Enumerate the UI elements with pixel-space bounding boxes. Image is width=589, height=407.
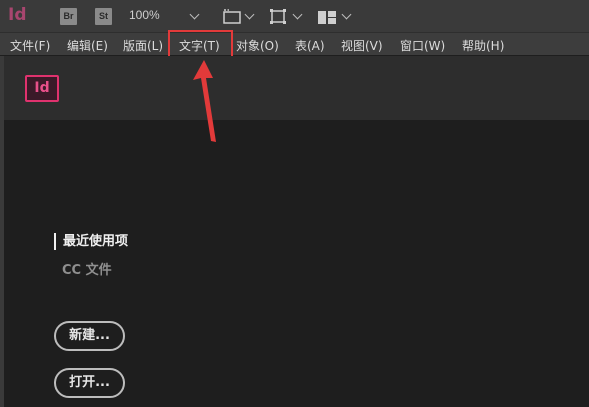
new-document-button[interactable]: 新建... xyxy=(54,321,125,351)
open-document-button[interactable]: 打开... xyxy=(54,368,125,398)
recent-heading[interactable]: 最近使用项 xyxy=(54,233,128,250)
cc-files-link[interactable]: CC 文件 xyxy=(62,259,112,278)
